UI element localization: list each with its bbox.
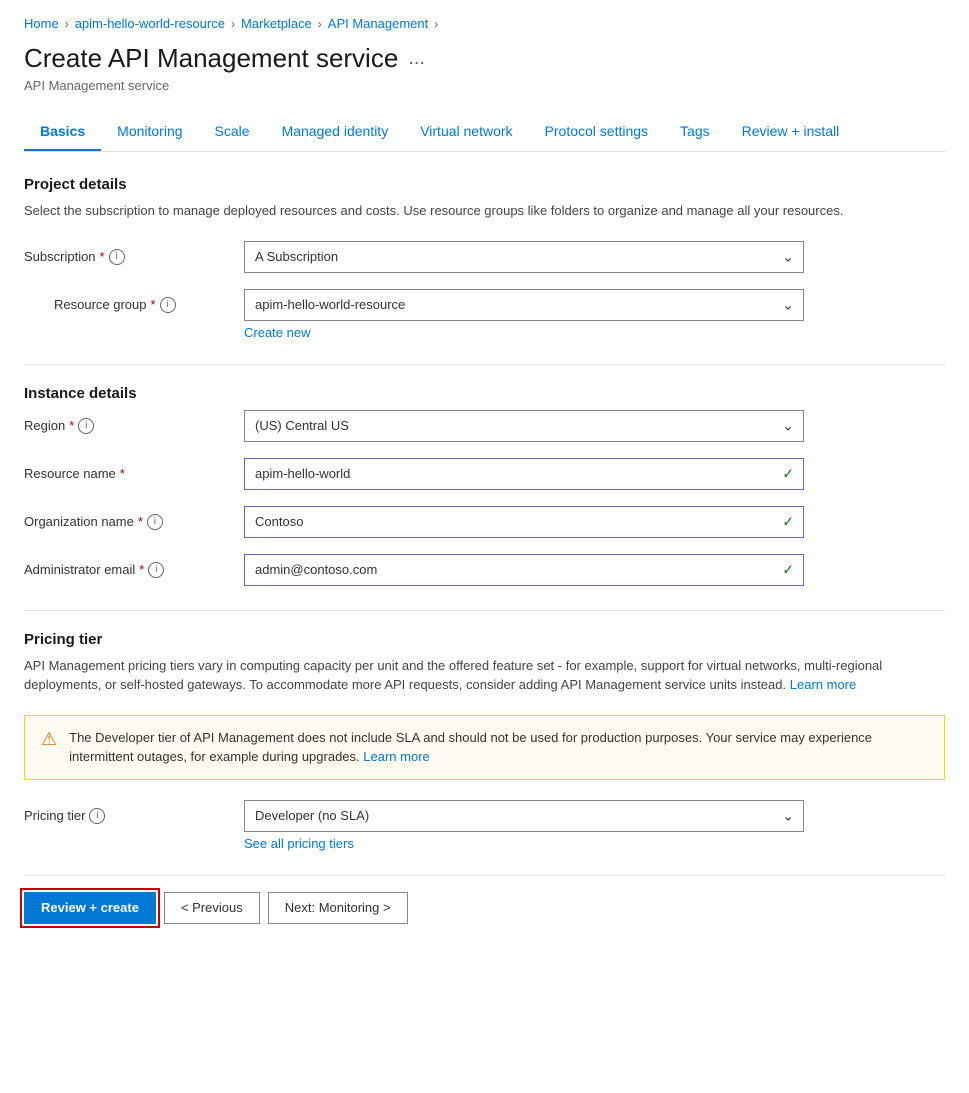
organization-name-label: Organization name * i <box>24 506 244 530</box>
breadcrumb: Home › apim-hello-world-resource › Marke… <box>24 16 945 31</box>
subscription-info-icon[interactable]: i <box>109 249 125 265</box>
warning-icon: ⚠ <box>41 729 57 750</box>
review-create-button[interactable]: Review + create <box>24 892 156 924</box>
tab-tags[interactable]: Tags <box>664 113 726 151</box>
admin-email-label: Administrator email * i <box>24 554 244 578</box>
project-details-title: Project details <box>24 176 945 193</box>
instance-details-title: Instance details <box>24 385 945 402</box>
admin-email-check-icon: ✓ <box>782 561 794 578</box>
pricing-learn-more-link[interactable]: Learn more <box>790 677 856 692</box>
warning-box: ⚠ The Developer tier of API Management d… <box>24 715 945 780</box>
tab-review-install[interactable]: Review + install <box>726 113 856 151</box>
pricing-tier-info-icon[interactable]: i <box>89 808 105 824</box>
see-all-pricing-link[interactable]: See all pricing tiers <box>244 836 354 851</box>
subscription-label: Subscription * i <box>24 241 244 265</box>
pricing-tier-row: Pricing tier i Developer (no SLA) See al… <box>24 800 945 851</box>
region-select-wrapper: (US) Central US <box>244 410 804 442</box>
next-button[interactable]: Next: Monitoring > <box>268 892 408 924</box>
breadcrumb-marketplace[interactable]: Marketplace <box>241 16 312 31</box>
instance-details-section: Instance details Region * i (US) Central… <box>24 385 945 586</box>
divider-2 <box>24 610 945 611</box>
region-row: Region * i (US) Central US <box>24 410 945 442</box>
pricing-tier-select-wrapper: Developer (no SLA) <box>244 800 804 832</box>
resource-group-row: Resource group * i apim-hello-world-reso… <box>24 289 945 340</box>
tab-managed-identity[interactable]: Managed identity <box>266 113 405 151</box>
organization-info-icon[interactable]: i <box>147 514 163 530</box>
tab-monitoring[interactable]: Monitoring <box>101 113 198 151</box>
resource-group-select[interactable]: apim-hello-world-resource <box>244 289 804 321</box>
breadcrumb-resource[interactable]: apim-hello-world-resource <box>75 16 225 31</box>
tab-virtual-network[interactable]: Virtual network <box>404 113 528 151</box>
tab-basics[interactable]: Basics <box>24 113 101 151</box>
bottom-bar: Review + create < Previous Next: Monitor… <box>24 875 945 940</box>
admin-email-control: ✓ <box>244 554 804 586</box>
resource-group-label: Resource group * i <box>24 289 244 313</box>
pricing-tier-section: Pricing tier API Management pricing tier… <box>24 631 945 851</box>
pricing-tier-select[interactable]: Developer (no SLA) <box>244 800 804 832</box>
breadcrumb-api-management[interactable]: API Management <box>328 16 428 31</box>
resource-group-select-wrapper: apim-hello-world-resource <box>244 289 804 321</box>
warning-text: The Developer tier of API Management doe… <box>69 728 928 767</box>
organization-name-input[interactable] <box>244 506 804 538</box>
organization-name-control: ✓ <box>244 506 804 538</box>
organization-name-row: Organization name * i ✓ <box>24 506 945 538</box>
organization-name-check-icon: ✓ <box>782 513 794 530</box>
page-subtitle: API Management service <box>24 78 945 93</box>
resource-name-input[interactable] <box>244 458 804 490</box>
subscription-control: A Subscription <box>244 241 804 273</box>
create-new-link[interactable]: Create new <box>244 325 310 340</box>
resource-group-info-icon[interactable]: i <box>160 297 176 313</box>
pricing-tier-desc: API Management pricing tiers vary in com… <box>24 656 945 695</box>
warning-learn-more-link[interactable]: Learn more <box>363 749 429 764</box>
admin-email-info-icon[interactable]: i <box>148 562 164 578</box>
project-details-section: Project details Select the subscription … <box>24 176 945 340</box>
region-select[interactable]: (US) Central US <box>244 410 804 442</box>
previous-button[interactable]: < Previous <box>164 892 260 924</box>
project-details-desc: Select the subscription to manage deploy… <box>24 201 945 221</box>
region-info-icon[interactable]: i <box>78 418 94 434</box>
divider-1 <box>24 364 945 365</box>
page-title: Create API Management service ... <box>24 43 945 74</box>
resource-name-row: Resource name * ✓ <box>24 458 945 490</box>
resource-group-control: apim-hello-world-resource Create new <box>244 289 804 340</box>
resource-name-control: ✓ <box>244 458 804 490</box>
breadcrumb-home[interactable]: Home <box>24 16 59 31</box>
region-label: Region * i <box>24 410 244 434</box>
resource-name-label: Resource name * <box>24 458 244 481</box>
admin-email-input[interactable] <box>244 554 804 586</box>
tab-protocol-settings[interactable]: Protocol settings <box>529 113 665 151</box>
tab-scale[interactable]: Scale <box>199 113 266 151</box>
subscription-row: Subscription * i A Subscription <box>24 241 945 273</box>
subscription-select[interactable]: A Subscription <box>244 241 804 273</box>
admin-email-row: Administrator email * i ✓ <box>24 554 945 586</box>
more-options-icon[interactable]: ... <box>408 47 425 70</box>
tabs: Basics Monitoring Scale Managed identity… <box>24 113 945 152</box>
pricing-tier-label: Pricing tier i <box>24 800 244 824</box>
pricing-tier-control: Developer (no SLA) See all pricing tiers <box>244 800 804 851</box>
subscription-select-wrapper: A Subscription <box>244 241 804 273</box>
pricing-tier-title: Pricing tier <box>24 631 945 648</box>
region-control: (US) Central US <box>244 410 804 442</box>
resource-name-check-icon: ✓ <box>782 465 794 482</box>
